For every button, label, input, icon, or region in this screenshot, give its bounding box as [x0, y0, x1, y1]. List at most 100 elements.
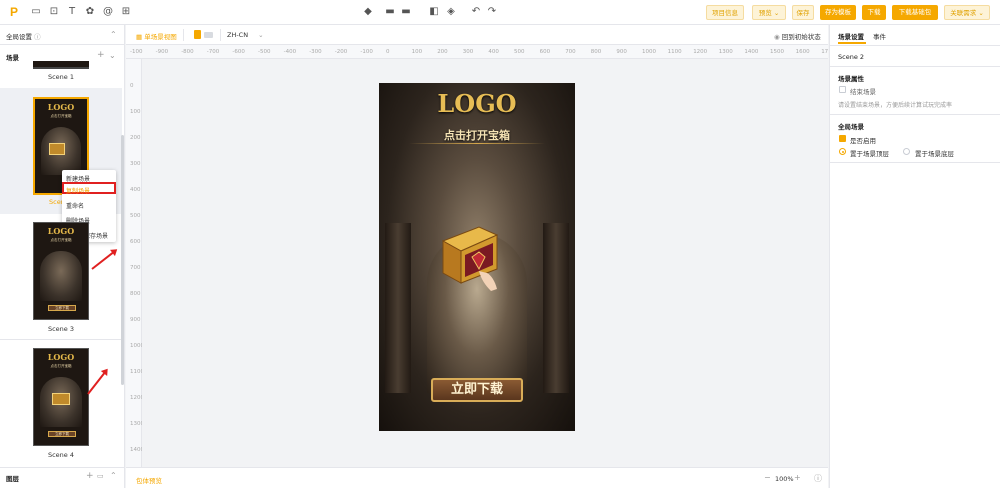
preview-logo[interactable]: LOGO [379, 89, 575, 118]
ruler-tick-label: 1300 [718, 49, 733, 55]
menu-item-copy-scene[interactable]: 复制场景 [66, 186, 90, 195]
chest-icon [52, 393, 70, 405]
ruler-tick-label: 800 [130, 291, 141, 297]
download-base-button[interactable]: 下载基础包 [892, 5, 938, 20]
title-divider [409, 143, 545, 144]
shield-icon[interactable]: ◈ [445, 6, 457, 18]
divider [183, 29, 184, 41]
bottom-layer-radio[interactable] [903, 148, 910, 155]
treasure-chest-icon[interactable] [439, 221, 501, 293]
landscape-toggle[interactable] [204, 32, 213, 38]
scene-label: Scene 1 [47, 73, 75, 81]
undo-icon[interactable]: ↶ [470, 6, 482, 18]
app-logo: P [9, 5, 18, 19]
ruler-horizontal: -100 -900 -800 -700 -600 -500 -400 -300 -200 -100… [126, 45, 828, 59]
global-settings-label[interactable]: 全局设置 ⓘ [6, 31, 41, 41]
thumb-download-button: 立即下载 [48, 431, 76, 437]
grid-icon: ▦ [136, 33, 143, 41]
reset-state-button[interactable]: ◉ 回到初始状态 [774, 31, 821, 41]
layers-icon[interactable]: ◆ [362, 6, 374, 18]
portrait-toggle[interactable] [194, 30, 201, 39]
align-alt-icon[interactable]: ▬ [400, 6, 412, 18]
ruler-tick-label: 500 [514, 49, 525, 55]
ruler-tick-label: 1400 [744, 49, 759, 55]
related-requirements-button[interactable]: 关联需求 ⌄ [944, 5, 990, 20]
end-scene-hint: 请设置结束场景，方便后续计算试玩完成率 [838, 102, 953, 109]
ruler-tick-label: -400 [283, 49, 297, 55]
ruler-tick-label: 600 [130, 239, 141, 245]
enable-checkbox[interactable] [839, 135, 846, 142]
text-icon[interactable]: T [66, 6, 78, 18]
ruler-tick-label: 1500 [770, 49, 784, 55]
editor-toolbar: ▦ 单场景视图 ZH-CN ⌄ ◉ 回到初始状态 [126, 25, 828, 45]
scene-props-header: 场景属性 [838, 75, 864, 83]
ruler-tick-label: 17 [821, 49, 829, 55]
download-button[interactable]: 下载 [862, 5, 886, 20]
thumb-subtitle: 点击打开宝箱 [50, 364, 72, 368]
inbox-icon[interactable]: ▭ [30, 6, 42, 18]
preview-download-button[interactable]: 立即下载 [431, 378, 523, 402]
ruler-tick-label: 300 [462, 49, 474, 55]
scene-thumbnail[interactable] [33, 61, 89, 69]
phone-preview[interactable]: LOGO 点击打开宝箱 立即下载 [379, 83, 575, 431]
ruler-tick-label: -300 [309, 49, 322, 55]
top-layer-label: 置于场景顶层 [850, 150, 889, 158]
ruler-vertical: 0 100 200 300 400 500 600 700 800 900 1000 1100 1200… [126, 59, 144, 467]
top-layer-radio[interactable] [839, 148, 846, 155]
add-layer-icon[interactable]: + [86, 471, 94, 481]
tab-events[interactable]: 事件 [873, 31, 886, 41]
thumb-background [40, 251, 82, 301]
scene-thumbnail[interactable]: LOGO 点击打开宝箱 立即下载 [33, 222, 89, 320]
chevron-up-icon[interactable]: ⌃ [110, 471, 117, 480]
align-icon[interactable]: ▬ [384, 6, 396, 18]
zoom-in-button[interactable]: + [794, 473, 801, 482]
help-icon[interactable]: ⓘ [814, 473, 822, 484]
language-select[interactable]: ZH-CN ⌄ [227, 31, 264, 39]
chevron-down-icon[interactable]: ⌄ [109, 51, 116, 60]
folder-icon[interactable]: ▭ [97, 472, 104, 480]
add-scene-icon[interactable]: + [97, 50, 105, 60]
ruler-tick-label: 600 [539, 49, 551, 55]
divider [0, 339, 122, 340]
background-pillar [385, 223, 411, 393]
chevron-up-icon[interactable]: ⌃ [110, 30, 117, 39]
redo-icon[interactable]: ↷ [486, 6, 498, 18]
layers-header: 图层 [6, 475, 19, 483]
divider [830, 114, 1000, 115]
ruler-tick-label: 900 [130, 317, 141, 323]
menu-item-rename[interactable]: 重命名 [66, 201, 84, 210]
ruler-tick-label: -600 [232, 49, 245, 55]
scrollbar[interactable] [121, 135, 124, 385]
upload-icon[interactable]: ⊡ [48, 6, 60, 18]
ruler-tick-label: 100 [130, 109, 141, 115]
single-scene-view-button[interactable]: ▦ 单场景视图 [136, 31, 177, 41]
end-scene-checkbox[interactable] [839, 86, 846, 93]
chevron-down-icon: ⌄ [258, 31, 264, 39]
package-preview-link[interactable]: 包体预览 [136, 475, 162, 485]
zoom-out-button[interactable]: − [764, 473, 771, 482]
divider [830, 162, 1000, 163]
at-icon[interactable]: @ [102, 6, 114, 18]
ruler-tick-label: 800 [590, 49, 602, 55]
preview-button[interactable]: 预览 ⌄ [752, 5, 786, 20]
thumb-logo: LOGO [47, 226, 75, 236]
ruler-tick-label: 0 [130, 83, 134, 89]
enable-label: 是否启用 [850, 137, 876, 145]
preview-title[interactable]: 点击打开宝箱 [379, 127, 575, 143]
ruler-tick-label: -200 [334, 49, 348, 55]
tab-scene-settings[interactable]: 场景设置 [838, 31, 864, 41]
project-info-button[interactable]: 项目信息 [706, 5, 744, 20]
scene-thumbnail[interactable]: LOGO 点击打开宝箱 立即下载 [33, 348, 89, 446]
ruler-tick-label: 200 [437, 49, 448, 55]
layout-icon[interactable]: ⊞ [120, 6, 132, 18]
ruler-tick-label: 400 [130, 187, 141, 193]
zoom-level: 100% [775, 475, 794, 483]
divider [830, 66, 1000, 67]
settings-icon[interactable]: ✿ [84, 6, 96, 18]
ruler-tick-label: 900 [616, 49, 627, 55]
save-button[interactable]: 保存 [792, 5, 814, 20]
save-as-template-button[interactable]: 存为模板 [820, 5, 856, 20]
ruler-tick-label: 300 [130, 161, 141, 167]
ruler-tick-label: -700 [206, 49, 220, 55]
group-icon[interactable]: ◧ [428, 6, 440, 18]
